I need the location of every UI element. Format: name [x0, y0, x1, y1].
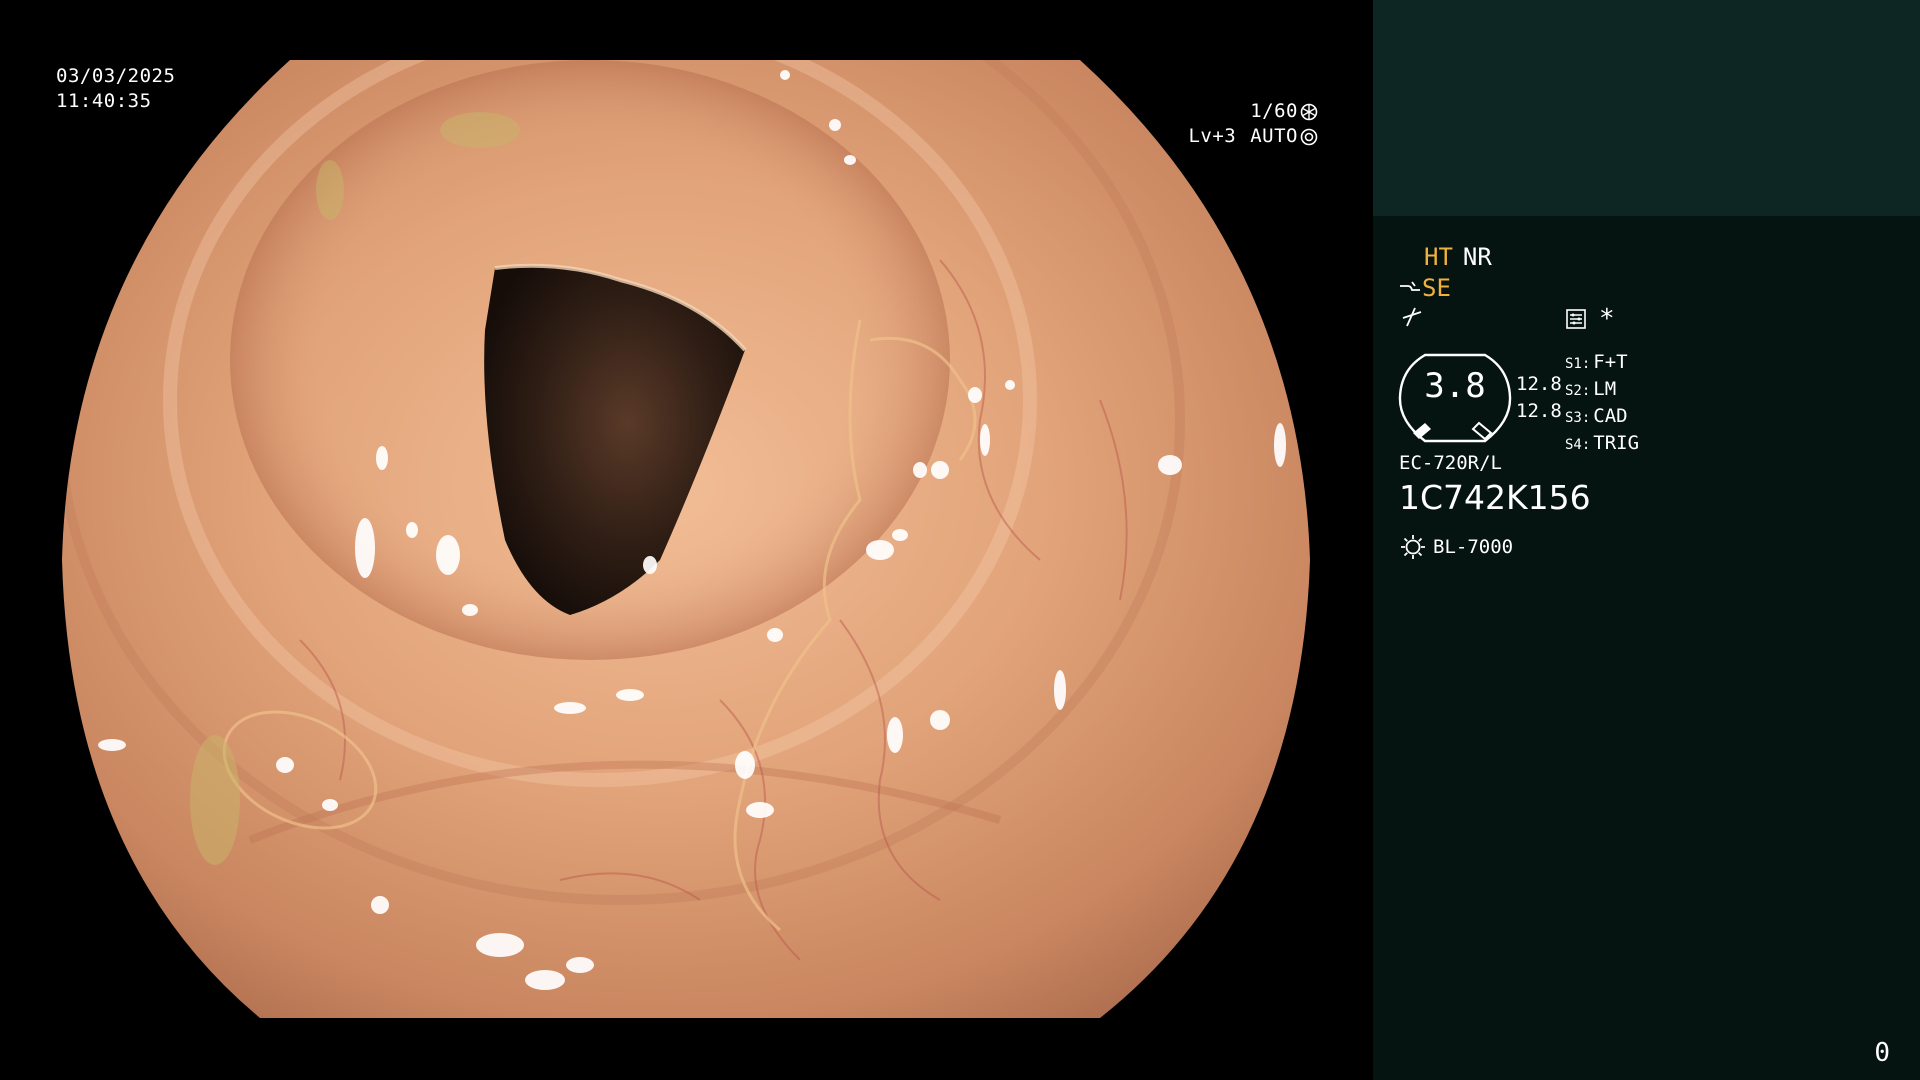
exam-time: 11:40:35	[56, 90, 152, 112]
frequency-values: 12.8 12.8	[1516, 371, 1562, 425]
image-counter: 0	[1874, 1038, 1890, 1068]
scope-serial: 1C742K156	[1399, 478, 1591, 517]
gauge-value: 3.8	[1424, 366, 1486, 406]
endoscopy-screen: 03/03/2025 11:40:35 1/60 Lv+3 AUTO HT NR…	[0, 0, 1920, 1080]
switch-row: S1: F+T	[1565, 351, 1628, 373]
switch-assignments: S1: F+T S2: LM S3: CAD S4: TRIG	[1565, 350, 1639, 458]
se-label: SE	[1422, 274, 1451, 302]
exam-date: 03/03/2025	[56, 65, 176, 87]
settings-card-icon	[1566, 309, 1586, 329]
brightness-level: Lv+3	[1188, 125, 1237, 147]
gamma-curve-icon	[1400, 281, 1420, 291]
endoscope-image	[62, 60, 1310, 1018]
menu-status: *	[1565, 306, 1615, 332]
enhancement-status: HT NR	[1424, 244, 1492, 270]
tone-curve-status	[1401, 306, 1423, 335]
exposure-overlay: 1/60 Lv+3 AUTO	[1188, 99, 1318, 149]
frequency-top: 12.8	[1516, 373, 1562, 395]
info-panel: HT NR SE * 3.8 12.8 12.8 S1: F+T S2: LM …	[1373, 0, 1920, 1080]
scope-model: EC-720R/L	[1399, 452, 1502, 474]
switch-row: S4: TRIG	[1565, 432, 1640, 454]
endoscope-view: 03/03/2025 11:40:35 1/60 Lv+3 AUTO	[0, 0, 1373, 1080]
se-status: SE	[1398, 275, 1451, 301]
iris-mode: AUTO	[1250, 125, 1298, 147]
switch-row: S2: LM	[1565, 378, 1617, 400]
light-source: BL-7000	[1399, 533, 1513, 561]
switch-row: S3: CAD	[1565, 405, 1628, 427]
magnification-gauge: 3.8	[1397, 351, 1513, 445]
iris-icon	[1300, 128, 1318, 145]
tone-curve-icon	[1402, 307, 1422, 327]
light-source-model: BL-7000	[1433, 536, 1514, 558]
date-time-overlay: 03/03/2025 11:40:35	[56, 64, 175, 114]
shutter-speed: 1/60	[1250, 100, 1298, 122]
light-source-icon	[1401, 535, 1425, 559]
panel-header-area	[1373, 0, 1920, 216]
nr-label: NR	[1462, 243, 1492, 271]
frequency-bottom: 12.8	[1516, 400, 1562, 422]
asterisk-mark: *	[1599, 304, 1615, 334]
shutter-icon	[1300, 103, 1318, 120]
ht-label: HT	[1424, 243, 1453, 271]
